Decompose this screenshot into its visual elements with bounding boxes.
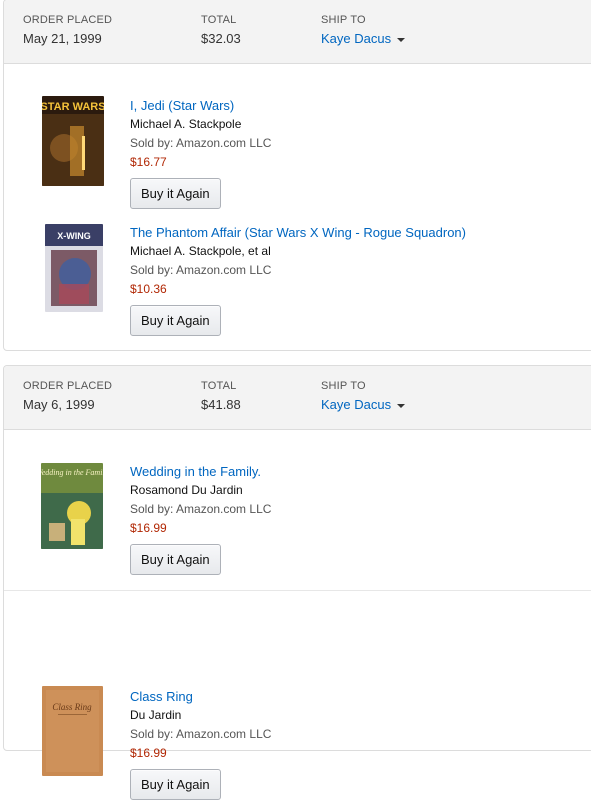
item-seller: Sold by: Amazon.com LLC (130, 727, 272, 741)
book-cover-image[interactable]: Wedding in the Family (41, 463, 103, 549)
order-placed: ORDER PLACED May 6, 1999 (23, 380, 112, 412)
order-placed: ORDER PLACED May 21, 1999 (23, 14, 112, 46)
order-header: ORDER PLACED May 21, 1999 TOTAL $32.03 S… (4, 0, 591, 64)
order-total: TOTAL $32.03 (201, 14, 241, 46)
item-info: I, Jedi (Star Wars) Michael A. Stackpole… (130, 96, 271, 209)
order-placed-date: May 21, 1999 (23, 31, 102, 46)
buy-it-again-button[interactable]: Buy it Again (130, 544, 221, 575)
order-total-label: TOTAL (201, 14, 237, 26)
item-info: Class Ring Du Jardin Sold by: Amazon.com… (130, 687, 271, 800)
item-author: Michael A. Stackpole, et al (130, 244, 271, 258)
buy-it-again-button[interactable]: Buy it Again (130, 178, 221, 209)
item-info: Wedding in the Family. Rosamond Du Jardi… (130, 462, 271, 575)
ship-to-dropdown[interactable]: Kaye Dacus (321, 31, 406, 46)
buy-it-again-button[interactable]: Buy it Again (130, 769, 221, 800)
ship-to: SHIP TO Kaye Dacus (321, 14, 406, 46)
order-placed-label: ORDER PLACED (23, 14, 113, 26)
item-title-link[interactable]: Class Ring (130, 687, 271, 706)
item-price: $16.99 (130, 746, 167, 760)
order-total-value: $41.88 (201, 397, 241, 412)
caret-down-icon[interactable] (397, 37, 406, 42)
book-cover-image[interactable]: Class Ring (42, 686, 103, 776)
order-total-value: $32.03 (201, 31, 241, 46)
ship-to-dropdown[interactable]: Kaye Dacus (321, 397, 406, 412)
ship-to-label: SHIP TO (321, 380, 366, 392)
cover-title-text: X-WING (57, 231, 91, 241)
order-card: ORDER PLACED May 21, 1999 TOTAL $32.03 S… (3, 0, 591, 351)
item-title-link[interactable]: The Phantom Affair (Star Wars X Wing - R… (130, 223, 466, 242)
item-seller: Sold by: Amazon.com LLC (130, 136, 272, 150)
item-price: $10.36 (130, 282, 167, 296)
ship-to-label: SHIP TO (321, 14, 366, 26)
item-divider (4, 590, 591, 591)
cover-title-text: Class Ring (52, 702, 92, 712)
buy-it-again-button[interactable]: Buy it Again (130, 305, 221, 336)
book-cover-image[interactable]: STAR WARS (42, 96, 104, 186)
item-author: Du Jardin (130, 708, 182, 722)
item-author: Rosamond Du Jardin (130, 483, 243, 497)
cover-title-text: STAR WARS (42, 101, 104, 113)
order-card: ORDER PLACED May 6, 1999 TOTAL $41.88 SH… (3, 365, 591, 800)
order-total: TOTAL $41.88 (201, 380, 241, 412)
item-title-link[interactable]: Wedding in the Family. (130, 462, 271, 481)
order-total-label: TOTAL (201, 380, 237, 392)
item-price: $16.99 (130, 521, 167, 535)
order-placed-label: ORDER PLACED (23, 380, 113, 392)
item-seller: Sold by: Amazon.com LLC (130, 502, 272, 516)
cover-title-text: Wedding in the Family (41, 468, 103, 477)
book-cover-image[interactable]: X-WING (45, 224, 103, 312)
ship-to: SHIP TO Kaye Dacus (321, 380, 406, 412)
caret-down-icon[interactable] (397, 403, 406, 408)
order-placed-date: May 6, 1999 (23, 397, 95, 412)
item-author: Michael A. Stackpole (130, 117, 242, 131)
item-seller: Sold by: Amazon.com LLC (130, 263, 272, 277)
item-title-link[interactable]: I, Jedi (Star Wars) (130, 96, 271, 115)
item-price: $16.77 (130, 155, 167, 169)
order-header: ORDER PLACED May 6, 1999 TOTAL $41.88 SH… (4, 366, 591, 430)
ship-to-name[interactable]: Kaye Dacus (321, 397, 391, 412)
ship-to-name[interactable]: Kaye Dacus (321, 31, 391, 46)
item-info: The Phantom Affair (Star Wars X Wing - R… (130, 223, 466, 336)
